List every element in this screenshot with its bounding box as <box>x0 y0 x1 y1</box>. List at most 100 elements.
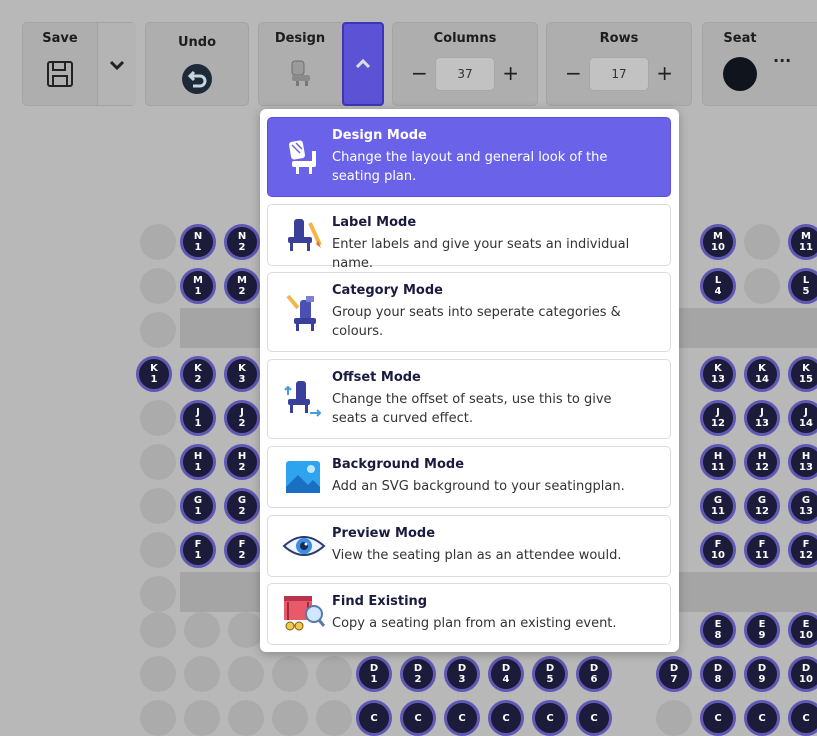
menu-item-category-mode[interactable]: Category Mode Group your seats into sepe… <box>267 272 671 352</box>
empty-seat-slot[interactable] <box>184 700 220 736</box>
seat[interactable]: C <box>356 700 392 736</box>
columns-increment-button[interactable]: + <box>502 61 519 85</box>
seat[interactable]: J 12 <box>700 400 736 436</box>
empty-seat-slot[interactable] <box>272 700 308 736</box>
empty-seat-slot[interactable] <box>140 700 176 736</box>
seat[interactable]: D2 <box>400 656 436 692</box>
empty-seat-slot[interactable] <box>140 268 176 304</box>
menu-item-find-existing[interactable]: Find Existing Copy a seating plan from a… <box>267 583 671 645</box>
menu-item-background-mode[interactable]: Background Mode Add an SVG background to… <box>267 446 671 508</box>
seat[interactable]: K 14 <box>744 356 780 392</box>
empty-seat-slot[interactable] <box>316 656 352 692</box>
columns-input[interactable]: 37 <box>435 57 495 91</box>
seat[interactable]: D4 <box>488 656 524 692</box>
menu-item-design-mode[interactable]: Design Mode Change the layout and genera… <box>267 117 671 197</box>
seat[interactable]: J 13 <box>744 400 780 436</box>
empty-seat-slot[interactable] <box>140 612 176 648</box>
empty-seat-slot[interactable] <box>228 656 264 692</box>
seat[interactable]: H2 <box>224 444 260 480</box>
empty-seat-slot[interactable] <box>316 700 352 736</box>
seat[interactable]: M 10 <box>700 224 736 260</box>
seat[interactable]: F2 <box>224 532 260 568</box>
seat[interactable]: F 11 <box>744 532 780 568</box>
empty-seat-slot[interactable] <box>140 488 176 524</box>
seat[interactable]: D9 <box>744 656 780 692</box>
seat[interactable]: D 10 <box>788 656 817 692</box>
menu-item-label-mode[interactable]: Label Mode Enter labels and give your se… <box>267 204 671 271</box>
seat[interactable]: J1 <box>180 400 216 436</box>
seat[interactable]: J2 <box>224 400 260 436</box>
seat[interactable]: D8 <box>700 656 736 692</box>
seat[interactable]: K2 <box>180 356 216 392</box>
seat[interactable]: H 11 <box>700 444 736 480</box>
seat[interactable]: D6 <box>576 656 612 692</box>
seat[interactable]: G 11 <box>700 488 736 524</box>
empty-seat-slot[interactable] <box>184 612 220 648</box>
seat[interactable]: G2 <box>224 488 260 524</box>
empty-seat-slot[interactable] <box>140 656 176 692</box>
seat[interactable]: D1 <box>356 656 392 692</box>
rows-increment-button[interactable]: + <box>656 61 673 85</box>
seat[interactable]: N1 <box>180 224 216 260</box>
empty-seat-slot[interactable] <box>656 700 692 736</box>
save-options-button[interactable] <box>97 23 136 105</box>
empty-seat-slot[interactable] <box>140 312 176 348</box>
empty-seat-slot[interactable] <box>140 444 176 480</box>
empty-seat-slot[interactable] <box>140 400 176 436</box>
menu-item-offset-mode[interactable]: Offset Mode Change the offset of seats, … <box>267 359 671 439</box>
seat[interactable]: C <box>576 700 612 736</box>
seat[interactable]: M 11 <box>788 224 817 260</box>
design-menu-toggle[interactable] <box>342 22 384 106</box>
seat[interactable]: L4 <box>700 268 736 304</box>
seat[interactable]: G 13 <box>788 488 817 524</box>
design-mode-button[interactable]: Design <box>259 23 341 105</box>
empty-seat-slot[interactable] <box>228 612 264 648</box>
seat[interactable]: G1 <box>180 488 216 524</box>
seat[interactable]: E8 <box>700 612 736 648</box>
seat[interactable]: J 14 <box>788 400 817 436</box>
seat[interactable]: M1 <box>180 268 216 304</box>
seat[interactable]: C <box>488 700 524 736</box>
seat[interactable]: M2 <box>224 268 260 304</box>
empty-seat-slot[interactable] <box>140 532 176 568</box>
empty-seat-slot[interactable] <box>184 656 220 692</box>
empty-seat-slot[interactable] <box>228 700 264 736</box>
seat[interactable]: L5 <box>788 268 817 304</box>
empty-seat-slot[interactable] <box>140 224 176 260</box>
empty-seat-slot[interactable] <box>140 576 176 612</box>
seat[interactable]: D5 <box>532 656 568 692</box>
save-button[interactable]: Save <box>23 23 97 105</box>
seat[interactable]: G 12 <box>744 488 780 524</box>
seat[interactable]: F1 <box>180 532 216 568</box>
undo-button[interactable]: Undo <box>145 22 249 106</box>
seat[interactable]: K 15 <box>788 356 817 392</box>
seat[interactable]: E 10 <box>788 612 817 648</box>
seat[interactable]: C <box>700 700 736 736</box>
seat[interactable]: D3 <box>444 656 480 692</box>
rows-input[interactable]: 17 <box>589 57 649 91</box>
seat[interactable]: F 12 <box>788 532 817 568</box>
columns-decrement-button[interactable]: − <box>411 61 428 85</box>
seat[interactable]: K 13 <box>700 356 736 392</box>
seat[interactable]: C <box>532 700 568 736</box>
seat[interactable]: K1 <box>136 356 172 392</box>
seat[interactable]: N2 <box>224 224 260 260</box>
seat[interactable]: K3 <box>224 356 260 392</box>
seat[interactable]: C <box>400 700 436 736</box>
empty-seat-slot[interactable] <box>744 268 780 304</box>
seat[interactable]: H 13 <box>788 444 817 480</box>
more-options-button[interactable]: ··· <box>773 51 791 70</box>
seat[interactable]: H1 <box>180 444 216 480</box>
seat[interactable]: C <box>444 700 480 736</box>
rows-decrement-button[interactable]: − <box>565 61 582 85</box>
seat[interactable]: C <box>788 700 817 736</box>
seat[interactable]: F 10 <box>700 532 736 568</box>
empty-seat-slot[interactable] <box>744 224 780 260</box>
seat[interactable]: D7 <box>656 656 692 692</box>
menu-item-preview-mode[interactable]: Preview Mode View the seating plan as an… <box>267 515 671 577</box>
seat[interactable]: H 12 <box>744 444 780 480</box>
seat[interactable]: C <box>744 700 780 736</box>
empty-seat-slot[interactable] <box>272 656 308 692</box>
seat-dot-icon[interactable] <box>723 57 757 91</box>
seat[interactable]: E9 <box>744 612 780 648</box>
